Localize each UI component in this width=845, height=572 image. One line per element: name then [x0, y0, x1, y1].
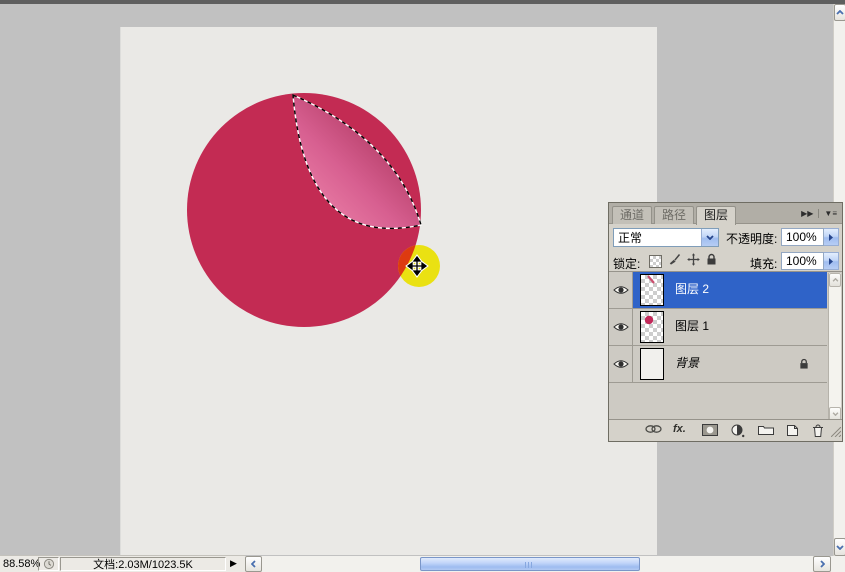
fill-slider-button[interactable] [824, 252, 839, 270]
layer-thumbnail[interactable] [640, 274, 664, 306]
layer-mask-icon[interactable] [702, 424, 718, 436]
list-scroll-up-button[interactable] [829, 273, 841, 287]
eye-icon [612, 323, 629, 331]
adjustment-layer-icon[interactable] [731, 424, 745, 438]
chevron-down-icon [832, 412, 838, 416]
status-bar: 88.58% 文档:2.03M/1023.5K ▶ [0, 555, 245, 572]
right-arrow-icon [829, 233, 833, 241]
document-info: 文档:2.03M/1023.5K [60, 557, 226, 571]
visibility-toggle[interactable] [609, 272, 633, 308]
horizontal-scroll-thumb[interactable] [420, 557, 640, 571]
blend-mode-dropdown-button[interactable] [701, 229, 718, 246]
layer-controls: 正常 不透明度: 100% 锁定: 填充: 100% [609, 224, 842, 271]
timer-icon [43, 558, 54, 570]
visibility-toggle[interactable] [609, 309, 633, 345]
eye-icon [612, 360, 629, 368]
panel-resize-grip[interactable] [830, 426, 842, 440]
visibility-toggle[interactable] [609, 346, 633, 382]
opacity-field[interactable]: 100% [781, 228, 824, 246]
lock-position-icon[interactable] [687, 253, 700, 269]
right-arrow-icon [829, 257, 833, 265]
new-group-icon[interactable] [758, 424, 774, 435]
eye-icon [612, 286, 629, 294]
photoshop-workspace: 88.58% 文档:2.03M/1023.5K ▶ 通道 路径 图层 ▶▶ ▼≡… [0, 0, 845, 572]
opacity-label: 不透明度: [726, 232, 778, 246]
layer-thumbnail[interactable] [640, 348, 664, 380]
layer-row-1[interactable]: 图层 1 [609, 309, 827, 346]
lock-label: 锁定: [613, 257, 641, 271]
window-horizontal-scrollbar[interactable] [245, 556, 831, 572]
layers-panel-footer: fx. [609, 419, 842, 441]
layer-row-2[interactable]: 图层 2 [609, 272, 827, 309]
palette-tab-bar: 通道 路径 图层 ▶▶ ▼≡ [609, 203, 842, 225]
panel-menu-icon[interactable]: ▼≡ [824, 209, 837, 218]
scrollbar-corner [831, 556, 845, 572]
chevron-up-icon [836, 10, 844, 15]
window-top-edge [0, 0, 845, 4]
header-separator [818, 209, 820, 218]
layer-thumbnail[interactable] [640, 311, 664, 343]
chevron-up-icon [832, 278, 838, 282]
layer-style-icon[interactable]: fx. [673, 423, 686, 435]
status-timer-cell [38, 557, 59, 571]
zoom-level-field[interactable]: 88.58% [3, 558, 40, 570]
chevron-down-icon [836, 544, 844, 550]
tab-layers[interactable]: 图层 [696, 206, 737, 225]
delete-layer-icon[interactable] [812, 424, 824, 437]
layer-name[interactable]: 图层 1 [675, 309, 709, 344]
fill-label: 填充: [750, 257, 778, 271]
scroll-right-button[interactable] [813, 556, 831, 572]
scroll-up-button[interactable] [834, 4, 845, 21]
layer-name[interactable]: 图层 2 [675, 272, 709, 307]
layer-list-scrollbar[interactable] [828, 273, 841, 421]
layer-row-background[interactable]: 背景 [609, 346, 827, 383]
fill-field[interactable]: 100% [781, 252, 824, 270]
blend-mode-value: 正常 [618, 231, 643, 245]
lock-all-icon[interactable] [706, 253, 717, 269]
layer-list: 图层 2 图层 1 背景 [609, 271, 842, 422]
blend-mode-select[interactable]: 正常 [613, 228, 719, 247]
scroll-left-button[interactable] [245, 556, 262, 572]
opacity-slider-button[interactable] [824, 228, 839, 246]
layers-panel: 通道 路径 图层 ▶▶ ▼≡ 正常 不透明度: 100% 锁定: 填充: 100… [608, 202, 843, 442]
document-canvas[interactable] [120, 27, 657, 555]
chevron-down-icon [706, 235, 714, 240]
status-flyout-button[interactable]: ▶ [230, 558, 237, 569]
layer-name[interactable]: 背景 [675, 346, 699, 381]
lock-transparency-icon[interactable] [649, 254, 662, 268]
tab-paths[interactable]: 路径 [654, 206, 695, 224]
collapse-panel-icon[interactable]: ▶▶ [801, 209, 813, 218]
chevron-right-icon [819, 560, 825, 568]
layer-lock-icon [799, 358, 809, 373]
link-layers-icon[interactable] [645, 424, 662, 434]
chevron-left-icon [251, 560, 256, 568]
new-layer-icon[interactable] [786, 424, 799, 437]
tab-channels[interactable]: 通道 [612, 206, 653, 224]
scroll-down-button[interactable] [834, 538, 845, 556]
canvas-artwork [187, 93, 440, 327]
lock-paint-icon[interactable] [668, 253, 681, 269]
